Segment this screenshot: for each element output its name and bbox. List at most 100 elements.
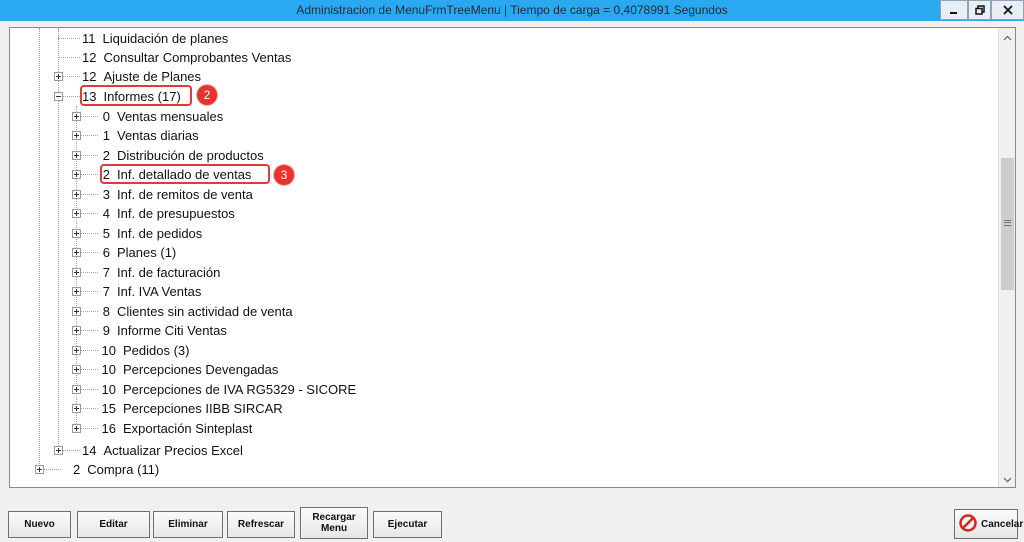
tree-item-label: Liquidación de planes — [102, 30, 229, 46]
tree-item-label: Distribución de productos — [117, 147, 264, 163]
tree-item-label: Informe Citi Ventas — [117, 322, 227, 338]
close-button[interactable] — [991, 0, 1024, 20]
tree-item[interactable]: 11 Liquidación de planes — [82, 28, 228, 48]
expand-icon[interactable] — [72, 326, 81, 335]
expand-icon[interactable] — [72, 404, 81, 413]
tree-item[interactable]: 5 Inf. de pedidos — [100, 223, 203, 243]
tree-item[interactable]: 10 Pedidos (3) — [100, 340, 190, 360]
tree-item-label: Percepciones Devengadas — [123, 361, 279, 377]
expand-icon[interactable] — [72, 131, 81, 140]
minimize-icon — [949, 5, 959, 15]
tree-item[interactable]: 16 Exportación Sinteplast — [100, 418, 253, 438]
recargar-menu-button[interactable]: Recargar Menu — [300, 507, 368, 539]
tree-item-number: 11 — [82, 30, 96, 46]
expand-icon[interactable] — [54, 446, 63, 455]
tree-item-number: 2 — [73, 461, 81, 477]
tree-item[interactable]: 12 Consultar Comprobantes Ventas — [82, 47, 291, 67]
button-label: Recargar Menu — [312, 512, 356, 534]
tree-item-label: Consultar Comprobantes Ventas — [103, 49, 292, 65]
expand-icon[interactable] — [72, 229, 81, 238]
tree-item[interactable]: 15 Percepciones IIBB SIRCAR — [100, 398, 283, 418]
tree-line — [39, 28, 40, 468]
tree-item[interactable]: 7 Inf. de facturación — [100, 262, 221, 282]
collapse-icon[interactable] — [54, 92, 63, 101]
expand-icon[interactable] — [72, 248, 81, 257]
tree-item-label: Ventas mensuales — [117, 108, 224, 124]
tree-item[interactable]: 9 Informe Citi Ventas — [100, 320, 227, 340]
grip-icon — [1004, 220, 1011, 226]
tree-line — [58, 57, 80, 58]
cancelar-button[interactable]: Cancelar — [954, 509, 1023, 539]
tree-item[interactable]: 3 Inf. de remitos de venta — [100, 184, 253, 204]
chevron-up-icon — [1003, 28, 1012, 46]
tree-item-number: 8 — [102, 303, 110, 319]
tree-item[interactable]: 14 Actualizar Precios Excel — [82, 440, 243, 460]
menu-tree[interactable]: 11 Liquidación de planes 12 Consultar Co… — [9, 27, 1016, 488]
button-label: Cancelar — [981, 518, 1024, 530]
step-callout: 2 — [197, 85, 217, 105]
expand-icon[interactable] — [35, 465, 44, 474]
tree-item-number: 7 — [102, 264, 110, 280]
tree-item[interactable]: 4 Inf. de presupuestos — [100, 203, 235, 223]
ejecutar-button[interactable]: Ejecutar — [373, 511, 442, 538]
step-callout: 3 — [274, 165, 294, 185]
expand-icon[interactable] — [72, 170, 81, 179]
expand-icon[interactable] — [72, 151, 81, 160]
minimize-button[interactable] — [940, 0, 968, 20]
tree-item[interactable]: 10 Percepciones Devengadas — [100, 359, 279, 379]
expand-icon[interactable] — [72, 190, 81, 199]
tree-item-number: 4 — [102, 205, 110, 221]
tree-item[interactable]: 0 Ventas mensuales — [100, 106, 223, 126]
tree-item-label: Percepciones IIBB SIRCAR — [123, 400, 283, 416]
tree-item[interactable]: 10 Percepciones de IVA RG5329 - SICORE — [100, 379, 357, 399]
eliminar-button[interactable]: Eliminar — [153, 511, 223, 538]
expand-icon[interactable] — [72, 268, 81, 277]
nuevo-button[interactable]: Nuevo — [8, 511, 71, 538]
vertical-scrollbar[interactable] — [998, 28, 1015, 487]
button-label: Refrescar — [237, 519, 285, 530]
title-bar: Administracion de MenuFrmTreeMenu | Tiem… — [0, 0, 1024, 21]
expand-icon[interactable] — [72, 424, 81, 433]
button-label: Nuevo — [24, 519, 55, 530]
tree-item-number: 3 — [102, 186, 110, 202]
expand-icon[interactable] — [54, 72, 63, 81]
tree-item[interactable]: 12 Ajuste de Planes — [82, 66, 201, 86]
expand-icon[interactable] — [72, 385, 81, 394]
highlight-box — [80, 85, 192, 106]
expand-icon[interactable] — [72, 209, 81, 218]
restore-button[interactable] — [968, 0, 991, 20]
tree-item-number: 10 — [101, 361, 116, 377]
tree-item-label: Inf. IVA Ventas — [117, 283, 202, 299]
tree-item-number: 10 — [101, 342, 116, 358]
button-label: Eliminar — [168, 519, 208, 530]
tree-item-number: 12 — [82, 68, 97, 84]
tree-item[interactable]: 1 Ventas diarias — [100, 125, 199, 145]
tree-item[interactable]: 8 Clientes sin actividad de venta — [100, 301, 293, 321]
expand-icon[interactable] — [72, 287, 81, 296]
editar-button[interactable]: Editar — [77, 511, 150, 538]
expand-icon[interactable] — [72, 346, 81, 355]
scrollbar-thumb[interactable] — [1001, 158, 1014, 290]
refrescar-button[interactable]: Refrescar — [227, 511, 295, 538]
restore-icon — [974, 5, 985, 15]
scroll-up-button[interactable] — [1001, 30, 1014, 43]
tree-item-label: Percepciones de IVA RG5329 - SICORE — [123, 381, 357, 397]
expand-icon[interactable] — [72, 112, 81, 121]
tree-item-number: 5 — [102, 225, 110, 241]
expand-icon[interactable] — [72, 307, 81, 316]
tree-item[interactable]: 6 Planes (1) — [100, 242, 176, 262]
tree-item-number: 7 — [102, 283, 110, 299]
tree-item[interactable]: 2 Compra (11) — [73, 459, 159, 479]
scroll-down-button[interactable] — [1001, 472, 1014, 485]
tree-item-label: Ventas diarias — [117, 127, 199, 143]
tree-item-number: 1 — [102, 127, 110, 143]
tree-line — [58, 38, 80, 39]
tree-item-number: 0 — [102, 108, 110, 124]
tree-item[interactable]: 7 Inf. IVA Ventas — [100, 281, 202, 301]
tree-item[interactable]: 2 Distribución de productos — [100, 145, 264, 165]
tree-item-label: Inf. de presupuestos — [117, 205, 235, 221]
tree-item-label: Planes (1) — [117, 244, 177, 260]
expand-icon[interactable] — [72, 365, 81, 374]
tree-item-label: Inf. de remitos de venta — [117, 186, 253, 202]
button-label: Ejecutar — [387, 519, 428, 530]
